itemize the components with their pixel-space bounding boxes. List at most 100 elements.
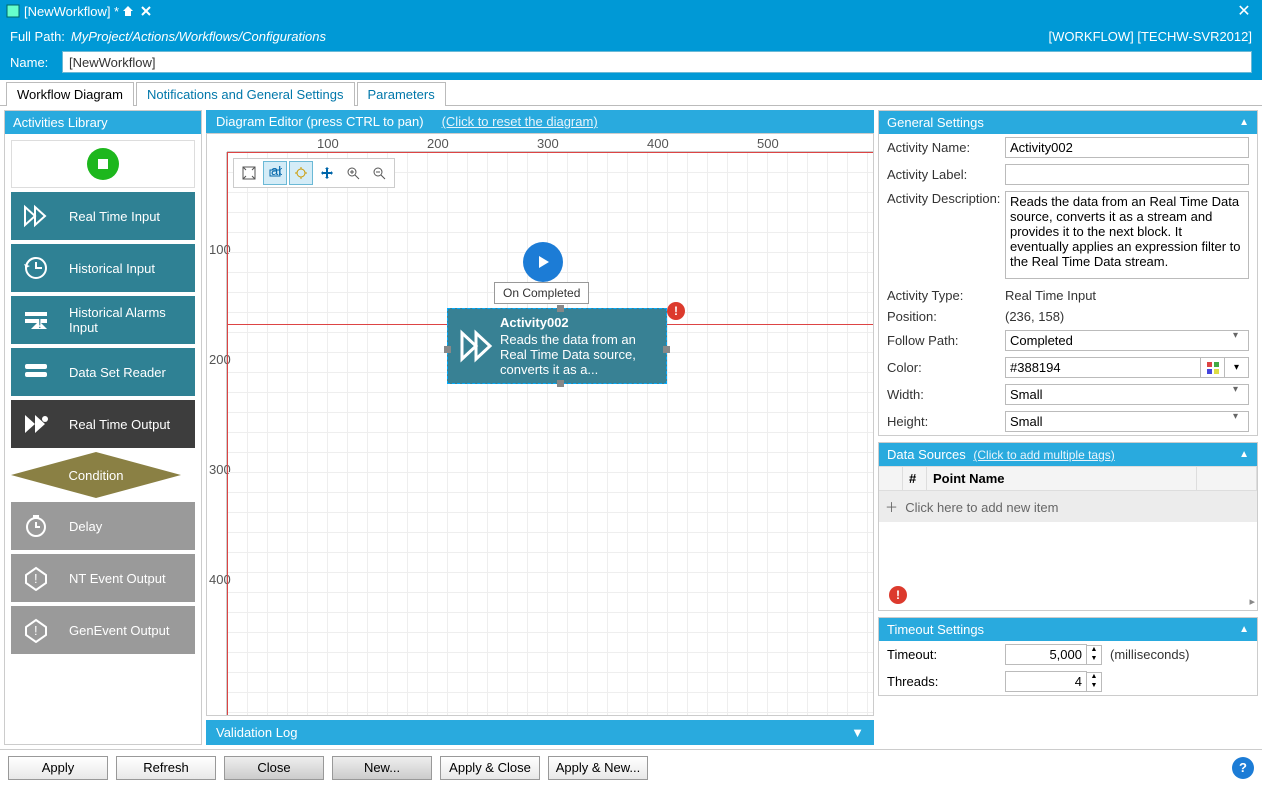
svg-text:!: ! [34,571,38,586]
tool-labels-icon[interactable]: ab [263,161,287,185]
error-badge-icon[interactable]: ! [667,302,685,320]
tool-snap-icon[interactable] [289,161,313,185]
context-label: [WORKFLOW] [TECHW-SVR2012] [1049,29,1252,44]
tool-zoomout-icon[interactable] [367,161,391,185]
tab-close-icon[interactable] [137,2,155,20]
chevron-up-icon: ▲ [1239,117,1249,128]
activity-node-icon [454,315,500,377]
activity-label-label: Activity Label: [887,167,1005,182]
start-node[interactable] [523,242,563,282]
library-item-label: Delay [61,502,195,550]
activity-label-input[interactable] [1005,164,1249,185]
refresh-button[interactable]: Refresh [116,756,216,780]
activities-library-header[interactable]: Activities Library [5,111,201,134]
color-dropdown-button[interactable]: ▾ [1225,357,1249,378]
data-sources-empty: ! ▸ [879,522,1257,610]
library-item-label: GenEvent Output [61,606,195,654]
general-settings-header[interactable]: General Settings ▲ [879,111,1257,134]
diagram-canvas[interactable]: 100 200 300 400 500 100 200 300 400 ab [206,133,874,716]
tool-fit-icon[interactable] [237,161,261,185]
help-icon[interactable]: ? [1232,757,1254,779]
tool-zoomin-icon[interactable] [341,161,365,185]
threads-label: Threads: [887,674,1005,689]
add-multiple-tags-link[interactable]: (Click to add multiple tags) [973,448,1114,462]
data-sources-columns: # Point Name [879,466,1257,491]
followpath-select[interactable] [1005,330,1249,351]
library-start-node[interactable] [11,140,195,188]
activity-desc-label: Activity Description: [887,191,1005,206]
ruler-vertical: 100 200 300 400 [207,152,227,715]
color-picker-button[interactable] [1201,357,1225,378]
on-completed-label[interactable]: On Completed [494,282,589,304]
position-value: (236, 158) [1005,309,1249,324]
chevron-down-icon: ▼ [851,725,864,740]
activities-library-panel: Activities Library Real Time Input Histo… [4,110,202,745]
apply-button[interactable]: Apply [8,756,108,780]
color-label: Color: [887,360,1005,375]
ruler-horizontal: 100 200 300 400 500 [227,134,873,152]
library-item-label: Historical Alarms Input [61,296,195,344]
timeout-spinner[interactable]: ▲▼ [1087,645,1102,665]
general-settings-panel: General Settings ▲ Activity Name: Activi… [878,110,1258,436]
library-item-label: Real Time Output [61,400,195,448]
realtime-output-icon [11,400,61,448]
new-button[interactable]: New... [332,756,432,780]
apply-new-button[interactable]: Apply & New... [548,756,648,780]
svg-text:ab: ab [271,166,282,178]
add-new-item-row[interactable]: ＋ Click here to add new item [879,491,1257,522]
chevron-up-icon: ▲ [1239,449,1249,460]
tab-parameters[interactable]: Parameters [357,82,446,106]
library-item-label: NT Event Output [61,554,195,602]
width-select[interactable] [1005,384,1249,405]
tab-strip: Workflow Diagram Notifications and Gener… [0,80,1262,106]
reset-diagram-link[interactable]: (Click to reset the diagram) [442,114,598,129]
library-item[interactable]: ! Historical Alarms Input [11,296,195,344]
window-close-icon[interactable]: ✕ [1232,1,1256,21]
home-icon[interactable] [119,2,137,20]
timeout-input[interactable] [1005,644,1087,665]
data-sources-header[interactable]: Data Sources (Click to add multiple tags… [879,443,1257,466]
app-icon [6,4,20,18]
tool-pan-icon[interactable] [315,161,339,185]
tab-notifications[interactable]: Notifications and General Settings [136,82,355,106]
timeout-label: Timeout: [887,647,1005,662]
library-item[interactable]: ! NT Event Output [11,554,195,602]
genevent-output-icon: ! [11,606,61,654]
library-item-condition[interactable]: Condition [11,452,195,498]
close-button[interactable]: Close [224,756,324,780]
library-item[interactable]: Real Time Input [11,192,195,240]
library-item[interactable]: Real Time Output [11,400,195,448]
height-select[interactable] [1005,411,1249,432]
chevron-up-icon: ▲ [1239,624,1249,635]
condition-icon: Condition [11,452,181,498]
activity-name-input[interactable] [1005,137,1249,158]
activity-type-value: Real Time Input [1005,288,1249,303]
timeout-settings-panel: Timeout Settings ▲ Timeout: ▲▼ (millisec… [878,617,1258,696]
col-number: # [903,467,927,490]
tab-workflow-diagram[interactable]: Workflow Diagram [6,82,134,106]
library-item[interactable]: Data Set Reader [11,348,195,396]
timeout-settings-header[interactable]: Timeout Settings ▲ [879,618,1257,641]
svg-text:!: ! [34,623,38,638]
error-badge-icon[interactable]: ! [889,586,907,604]
apply-close-button[interactable]: Apply & Close [440,756,540,780]
activity-node[interactable]: Activity002 Reads the data from an Real … [447,308,667,384]
height-label: Height: [887,414,1005,429]
threads-input[interactable] [1005,671,1087,692]
color-input[interactable] [1005,357,1201,378]
diagram-editor-title: Diagram Editor (press CTRL to pan) [216,114,424,129]
name-label: Name: [10,55,62,70]
activity-node-title: Activity002 [500,315,660,330]
library-item[interactable]: Historical Input [11,244,195,292]
timeout-unit: (milliseconds) [1110,647,1189,662]
title-bar: [NewWorkflow] * ✕ [0,0,1262,22]
window-title: [NewWorkflow] * [24,4,119,19]
diagram-toolbar: ab [233,158,395,188]
validation-log-header[interactable]: Validation Log ▼ [206,720,874,745]
library-item[interactable]: ! GenEvent Output [11,606,195,654]
activity-desc-input[interactable]: Reads the data from an Real Time Data so… [1005,191,1249,279]
delay-icon [11,502,61,550]
threads-spinner[interactable]: ▲▼ [1087,672,1102,692]
library-item[interactable]: Delay [11,502,195,550]
name-input[interactable] [62,51,1252,73]
